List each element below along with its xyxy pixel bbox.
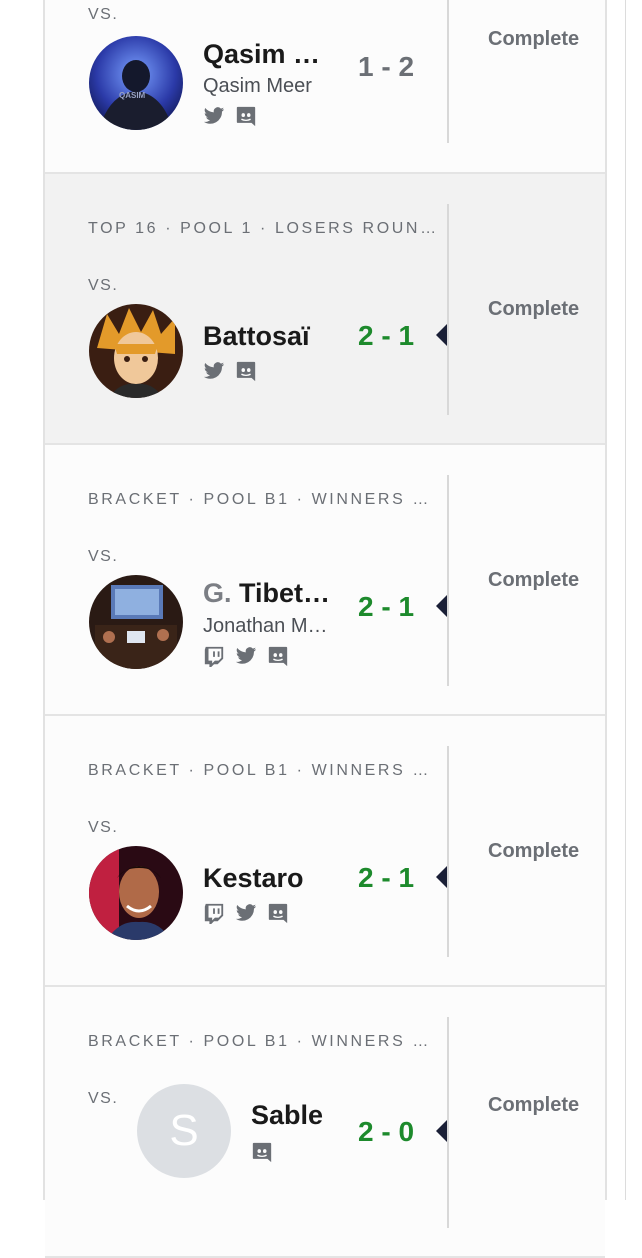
match-score: 1 - 2 bbox=[358, 51, 415, 82]
social-links bbox=[251, 1141, 273, 1163]
discord-icon[interactable] bbox=[235, 105, 257, 127]
social-links bbox=[203, 645, 289, 667]
winner-arrow-icon bbox=[436, 1120, 447, 1142]
match-card[interactable]: TOP 16 · POOL 1 · LOSERS ROUN… VS. Batto… bbox=[45, 174, 605, 445]
player-avatar bbox=[89, 575, 183, 669]
round-label: BRACKET · POOL B1 · WINNERS … bbox=[88, 1033, 432, 1050]
match-status: Complete bbox=[488, 569, 580, 591]
discord-icon[interactable] bbox=[267, 902, 289, 924]
twitch-icon[interactable] bbox=[203, 645, 225, 667]
player-name[interactable]: Sable bbox=[251, 1100, 351, 1131]
card-divider bbox=[447, 0, 449, 143]
social-links bbox=[203, 105, 257, 127]
player-avatar bbox=[89, 304, 183, 398]
discord-icon[interactable] bbox=[235, 360, 257, 382]
svg-text:QASIM: QASIM bbox=[119, 91, 146, 100]
scrollbar-track[interactable] bbox=[625, 0, 642, 1200]
match-score: 2 - 0 bbox=[358, 1116, 415, 1147]
match-card[interactable]: BRACKET · POOL B1 · WINNERS … VS. Kestar… bbox=[45, 716, 605, 987]
social-links bbox=[203, 360, 257, 382]
match-card[interactable]: BRACKET · POOL B1 · WINNERS … VS. G. Tib… bbox=[45, 445, 605, 716]
player-name[interactable]: Battosaï bbox=[203, 321, 333, 352]
player-name[interactable]: Kestaro bbox=[203, 863, 333, 894]
sponsor-prefix: G. bbox=[203, 578, 232, 608]
twitter-icon[interactable] bbox=[235, 645, 257, 667]
player-avatar bbox=[89, 846, 183, 940]
match-score: 2 - 1 bbox=[358, 320, 415, 351]
player-name[interactable]: Qasim … bbox=[203, 39, 343, 70]
match-card[interactable]: BRACKET · POOL B1 · WINNERS … VS. S Sabl… bbox=[45, 987, 605, 1258]
player-real-name: Jonathan M… bbox=[203, 615, 328, 637]
vs-label: VS. bbox=[88, 277, 119, 294]
match-score: 2 - 1 bbox=[358, 591, 415, 622]
card-divider bbox=[447, 746, 449, 957]
twitch-icon[interactable] bbox=[203, 902, 225, 924]
card-divider bbox=[447, 1017, 449, 1228]
discord-icon[interactable] bbox=[267, 645, 289, 667]
player-avatar: QASIM bbox=[89, 36, 183, 130]
match-card[interactable]: VS. QASIM Qasim … Qasim Meer 1 - 2 Compl… bbox=[45, 0, 605, 174]
vs-label: VS. bbox=[88, 548, 119, 565]
round-label: TOP 16 · POOL 1 · LOSERS ROUN… bbox=[88, 220, 439, 237]
match-score: 2 - 1 bbox=[358, 862, 415, 893]
match-status: Complete bbox=[488, 840, 580, 862]
card-divider bbox=[447, 475, 449, 686]
winner-arrow-icon bbox=[436, 595, 447, 617]
player-avatar: S bbox=[137, 1084, 231, 1178]
winner-arrow-icon bbox=[436, 324, 447, 346]
discord-icon[interactable] bbox=[251, 1141, 273, 1163]
vs-label: VS. bbox=[88, 819, 119, 836]
round-label: BRACKET · POOL B1 · WINNERS … bbox=[88, 491, 432, 508]
player-gamertag: Tibet… bbox=[239, 578, 331, 608]
vs-label: VS. bbox=[88, 1090, 119, 1107]
winner-arrow-icon bbox=[436, 866, 447, 888]
player-name[interactable]: G. Tibet… bbox=[203, 578, 338, 609]
twitter-icon[interactable] bbox=[203, 105, 225, 127]
card-divider bbox=[447, 204, 449, 415]
match-status: Complete bbox=[488, 1094, 580, 1116]
match-status: Complete bbox=[488, 298, 580, 320]
social-links bbox=[203, 902, 289, 924]
vs-label: VS. bbox=[88, 6, 119, 23]
match-status: Complete bbox=[488, 28, 580, 50]
twitter-icon[interactable] bbox=[203, 360, 225, 382]
round-label: BRACKET · POOL B1 · WINNERS … bbox=[88, 762, 432, 779]
twitter-icon[interactable] bbox=[235, 902, 257, 924]
player-real-name: Qasim Meer bbox=[203, 75, 312, 97]
